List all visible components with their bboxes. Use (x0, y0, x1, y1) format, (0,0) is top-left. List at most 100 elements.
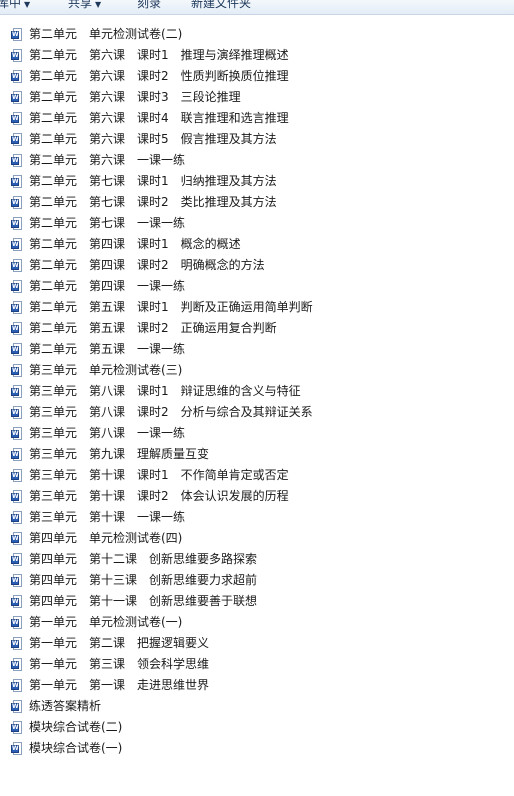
file-item[interactable]: W 第一单元 第二课 把握逻辑要义 (0, 633, 514, 654)
file-name: 第二单元 第五课 一课一练 (29, 342, 186, 356)
word-document-icon: W (11, 258, 23, 273)
file-item[interactable]: W 第三单元 第八课 一课一练 (0, 423, 514, 444)
word-document-icon: W (11, 531, 23, 546)
word-document-icon: W (11, 741, 23, 756)
word-document-icon: W (11, 426, 23, 441)
word-document-icon: W (11, 615, 23, 630)
file-name: 第一单元 第一课 走进思维世界 (29, 678, 210, 692)
file-item[interactable]: W 第二单元 第五课 课时1 判断及正确运用简单判断 (0, 297, 514, 318)
file-item[interactable]: W 第二单元 第六课 课时3 三段论推理 (0, 87, 514, 108)
file-item[interactable]: W 第三单元 第十课 课时1 不作简单肯定或否定 (0, 465, 514, 486)
file-name: 第三单元 第十课 课时2 体会认识发展的历程 (29, 489, 289, 503)
file-name: 第二单元 第六课 课时5 假言推理及其方法 (29, 132, 277, 146)
file-name: 第四单元 第十一课 创新思维要善于联想 (29, 594, 258, 608)
chevron-down-icon: ▼ (24, 0, 31, 9)
word-document-icon: W (11, 678, 23, 693)
file-item[interactable]: W 第一单元 第一课 走进思维世界 (0, 675, 514, 696)
file-name: 第三单元 单元检测试卷(三) (29, 363, 183, 377)
file-name: 第二单元 第七课 课时2 类比推理及其方法 (29, 195, 277, 209)
file-name: 第四单元 第十三课 创新思维要力求超前 (29, 573, 258, 587)
file-name: 第一单元 第二课 把握逻辑要义 (29, 636, 210, 650)
file-item[interactable]: W 第二单元 第六课 课时2 性质判断换质位推理 (0, 66, 514, 87)
file-name: 第二单元 第六课 课时1 推理与演绎推理概述 (29, 48, 289, 62)
file-name: 第三单元 第十课 一课一练 (29, 510, 186, 524)
word-document-icon: W (11, 573, 23, 588)
file-item[interactable]: W 第二单元 第四课 课时1 概念的概述 (0, 234, 514, 255)
file-item[interactable]: W 第二单元 第四课 课时2 明确概念的方法 (0, 255, 514, 276)
file-name: 第二单元 第五课 课时2 正确运用复合判断 (29, 321, 277, 335)
file-name: 练透答案精析 (29, 699, 102, 713)
file-item[interactable]: W 第三单元 第十课 一课一练 (0, 507, 514, 528)
toolbar-new-folder-button[interactable]: 新建文件夹 (191, 0, 251, 11)
file-item[interactable]: W 练透答案精析 (0, 696, 514, 717)
toolbar-share-button[interactable]: 共享 ▼ (68, 0, 101, 13)
file-item[interactable]: W 第二单元 第六课 课时5 假言推理及其方法 (0, 129, 514, 150)
file-item[interactable]: W 第二单元 第七课 一课一练 (0, 213, 514, 234)
chevron-down-icon: ▼ (95, 0, 102, 9)
toolbar-burn-button[interactable]: 刻录 (137, 0, 161, 11)
file-list: W 第二单元 单元检测试卷(二) W 第二单元 第六课 课时1 推理与演绎推理概述 W 第… (0, 24, 514, 759)
word-document-icon: W (11, 300, 23, 315)
file-item[interactable]: W 第二单元 第六课 课时4 联言推理和选言推理 (0, 108, 514, 129)
word-document-icon: W (11, 237, 23, 252)
file-name: 第二单元 第六课 一课一练 (29, 153, 186, 167)
file-name: 第二单元 第七课 课时1 归纳推理及其方法 (29, 174, 277, 188)
toolbar-include-in-library-button[interactable]: 库中▼ (0, 0, 30, 13)
file-name: 第二单元 第七课 一课一练 (29, 216, 186, 230)
file-name: 模块综合试卷(二) (29, 720, 123, 734)
word-document-icon: W (11, 489, 23, 504)
file-item[interactable]: W 第四单元 第十二课 创新思维要多路探索 (0, 549, 514, 570)
word-document-icon: W (11, 27, 23, 42)
file-name: 第一单元 单元检测试卷(一) (29, 615, 183, 629)
file-item[interactable]: W 第三单元 单元检测试卷(三) (0, 360, 514, 381)
file-item[interactable]: W 第三单元 第十课 课时2 体会认识发展的历程 (0, 486, 514, 507)
file-name: 模块综合试卷(一) (29, 741, 123, 755)
file-item[interactable]: W 第四单元 第十三课 创新思维要力求超前 (0, 570, 514, 591)
file-item[interactable]: W 第二单元 第六课 课时1 推理与演绎推理概述 (0, 45, 514, 66)
word-document-icon: W (11, 216, 23, 231)
file-item[interactable]: W 第二单元 第七课 课时2 类比推理及其方法 (0, 192, 514, 213)
word-document-icon: W (11, 90, 23, 105)
file-item[interactable]: W 第三单元 第八课 课时1 辩证思维的含义与特征 (0, 381, 514, 402)
file-item[interactable]: W 第一单元 第三课 领会科学思维 (0, 654, 514, 675)
word-document-icon: W (11, 195, 23, 210)
file-item[interactable]: W 第四单元 第十一课 创新思维要善于联想 (0, 591, 514, 612)
file-item[interactable]: W 第四单元 单元检测试卷(四) (0, 528, 514, 549)
file-item[interactable]: W 第三单元 第八课 课时2 分析与综合及其辩证关系 (0, 402, 514, 423)
word-document-icon: W (11, 720, 23, 735)
file-name: 第三单元 第八课 一课一练 (29, 426, 186, 440)
file-name: 第四单元 第十二课 创新思维要多路探索 (29, 552, 258, 566)
word-document-icon: W (11, 468, 23, 483)
file-item[interactable]: W 模块综合试卷(二) (0, 717, 514, 738)
word-document-icon: W (11, 699, 23, 714)
file-item[interactable]: W 第二单元 第五课 一课一练 (0, 339, 514, 360)
file-name: 第三单元 第八课 课时2 分析与综合及其辩证关系 (29, 405, 313, 419)
word-document-icon: W (11, 69, 23, 84)
file-item[interactable]: W 模块综合试卷(一) (0, 738, 514, 759)
word-document-icon: W (11, 384, 23, 399)
word-document-icon: W (11, 636, 23, 651)
file-name: 第一单元 第三课 领会科学思维 (29, 657, 210, 671)
file-name: 第二单元 第四课 课时2 明确概念的方法 (29, 258, 265, 272)
file-item[interactable]: W 第二单元 第五课 课时2 正确运用复合判断 (0, 318, 514, 339)
word-document-icon: W (11, 321, 23, 336)
word-document-icon: W (11, 594, 23, 609)
file-name: 第二单元 第四课 课时1 概念的概述 (29, 237, 241, 251)
word-document-icon: W (11, 111, 23, 126)
word-document-icon: W (11, 153, 23, 168)
file-item[interactable]: W 第三单元 第九课 理解质量互变 (0, 444, 514, 465)
file-item[interactable]: W 第一单元 单元检测试卷(一) (0, 612, 514, 633)
word-document-icon: W (11, 552, 23, 567)
file-name: 第二单元 第四课 一课一练 (29, 279, 186, 293)
file-item[interactable]: W 第二单元 第七课 课时1 归纳推理及其方法 (0, 171, 514, 192)
word-document-icon: W (11, 342, 23, 357)
file-item[interactable]: W 第二单元 第六课 一课一练 (0, 150, 514, 171)
word-document-icon: W (11, 48, 23, 63)
file-name: 第二单元 单元检测试卷(二) (29, 27, 183, 41)
file-name: 第二单元 第五课 课时1 判断及正确运用简单判断 (29, 300, 313, 314)
word-document-icon: W (11, 363, 23, 378)
file-item[interactable]: W 第二单元 第四课 一课一练 (0, 276, 514, 297)
file-item[interactable]: W 第二单元 单元检测试卷(二) (0, 24, 514, 45)
file-name: 第三单元 第八课 课时1 辩证思维的含义与特征 (29, 384, 301, 398)
word-document-icon: W (11, 510, 23, 525)
